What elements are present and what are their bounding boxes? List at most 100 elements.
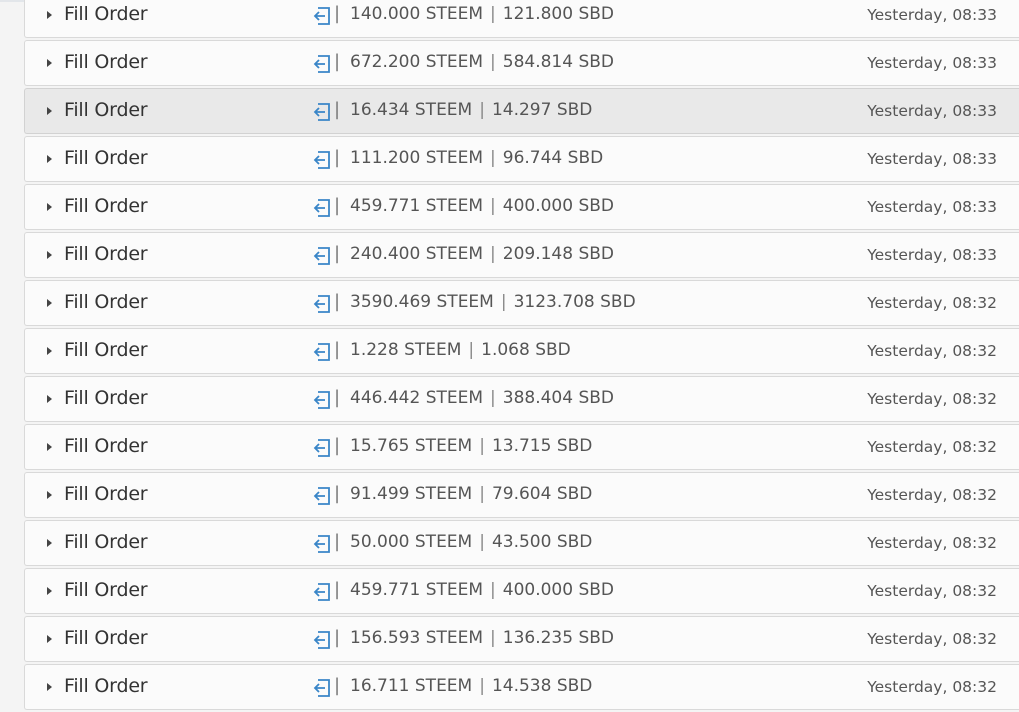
sbd-amount: 136.235 SBD — [502, 628, 615, 648]
caret-right-icon[interactable] — [47, 59, 52, 67]
icon-separator: | — [334, 579, 341, 600]
operation-row[interactable]: Fill Order | 15.765 STEEM | 13.715 SBD Yes… — [24, 424, 1019, 470]
operation-type: Fill Order — [64, 339, 148, 361]
timestamp: Yesterday, 08:33 — [867, 6, 997, 24]
steem-amount: 459.771 STEEM — [350, 196, 484, 216]
caret-right-icon[interactable] — [47, 251, 52, 259]
timestamp: Yesterday, 08:33 — [867, 54, 997, 72]
icon-separator: | — [334, 3, 341, 24]
operation-type: Fill Order — [64, 531, 148, 553]
operation-row[interactable]: Fill Order | 1.228 STEEM | 1.068 SBD Yeste… — [24, 328, 1019, 374]
caret-right-icon[interactable] — [47, 347, 52, 355]
amounts: 459.771 STEEM | 400.000 SBD — [350, 196, 614, 216]
amount-separator: | — [490, 148, 496, 168]
amount-separator: | — [490, 580, 496, 600]
amounts: 15.765 STEEM | 13.715 SBD — [350, 436, 592, 456]
caret-right-icon[interactable] — [47, 683, 52, 691]
operation-row[interactable]: Fill Order | 50.000 STEEM | 43.500 SBD Yes… — [24, 520, 1019, 566]
sbd-amount: 1.068 SBD — [481, 340, 571, 360]
caret-right-icon[interactable] — [47, 395, 52, 403]
amount-separator: | — [500, 292, 507, 312]
operation-row[interactable]: Fill Order | 156.593 STEEM | 136.235 SBD Y… — [24, 616, 1019, 662]
sbd-amount: 96.744 SBD — [502, 148, 604, 168]
icon-separator: | — [334, 51, 341, 72]
sign-in-icon — [313, 535, 330, 553]
sign-in-icon — [313, 295, 330, 313]
amounts: 240.400 STEEM | 209.148 SBD — [350, 244, 614, 264]
sbd-amount: 121.800 SBD — [502, 4, 615, 24]
operation-row[interactable]: Fill Order | 672.200 STEEM | 584.814 SBD Y… — [24, 40, 1019, 86]
operation-row[interactable]: Fill Order | 446.442 STEEM | 388.404 SBD Y… — [24, 376, 1019, 422]
sign-in-icon — [313, 487, 330, 505]
operation-row[interactable]: Fill Order | 459.771 STEEM | 400.000 SBD Y… — [24, 568, 1019, 614]
caret-right-icon[interactable] — [47, 443, 52, 451]
caret-right-icon[interactable] — [47, 635, 52, 643]
sign-in-icon — [313, 55, 330, 73]
sbd-amount: 14.538 SBD — [491, 676, 593, 696]
caret-right-icon[interactable] — [47, 203, 52, 211]
steem-amount: 446.442 STEEM — [350, 388, 484, 408]
steem-amount: 672.200 STEEM — [350, 52, 484, 72]
operation-row[interactable]: Fill Order | 140.000 STEEM | 121.800 SBD Y… — [24, 0, 1019, 38]
timestamp: Yesterday, 08:32 — [867, 390, 997, 408]
operation-row-hovered[interactable]: Fill Order | 16.434 STEEM | 14.297 SBD Yes… — [24, 88, 1019, 134]
caret-right-icon[interactable] — [47, 539, 52, 547]
sbd-amount: 13.715 SBD — [491, 436, 593, 456]
operation-row[interactable]: Fill Order | 3590.469 STEEM | 3123.708 SBD… — [24, 280, 1019, 326]
sbd-amount: 3123.708 SBD — [513, 292, 636, 312]
operation-type: Fill Order — [64, 195, 148, 217]
amount-separator: | — [479, 436, 485, 456]
operation-type: Fill Order — [64, 243, 148, 265]
amount-separator: | — [468, 340, 475, 360]
operation-type: Fill Order — [64, 51, 148, 73]
icon-separator: | — [334, 147, 341, 168]
operation-row[interactable]: Fill Order | 91.499 STEEM | 79.604 SBD Yes… — [24, 472, 1019, 518]
amounts: 91.499 STEEM | 79.604 SBD — [350, 484, 592, 504]
timestamp: Yesterday, 08:33 — [867, 150, 997, 168]
caret-right-icon[interactable] — [47, 587, 52, 595]
timestamp: Yesterday, 08:33 — [867, 198, 997, 216]
steem-amount: 240.400 STEEM — [350, 244, 484, 264]
operation-row[interactable]: Fill Order | 459.771 STEEM | 400.000 SBD Y… — [24, 184, 1019, 230]
icon-separator: | — [334, 675, 341, 696]
icon-separator: | — [334, 99, 341, 120]
operation-row[interactable]: Fill Order | 111.200 STEEM | 96.744 SBD Ye… — [24, 136, 1019, 182]
steem-amount: 16.434 STEEM — [350, 100, 473, 120]
icon-separator: | — [334, 195, 341, 216]
sign-in-icon — [313, 199, 330, 217]
operation-type: Fill Order — [64, 579, 148, 601]
amounts: 672.200 STEEM | 584.814 SBD — [350, 52, 614, 72]
sbd-amount: 584.814 SBD — [502, 52, 615, 72]
amount-separator: | — [479, 100, 485, 120]
sbd-amount: 400.000 SBD — [502, 580, 615, 600]
amount-separator: | — [490, 388, 496, 408]
caret-right-icon[interactable] — [47, 155, 52, 163]
steem-amount: 111.200 STEEM — [350, 148, 484, 168]
timestamp: Yesterday, 08:33 — [867, 246, 997, 264]
amounts: 16.711 STEEM | 14.538 SBD — [350, 676, 592, 696]
icon-separator: | — [334, 339, 341, 360]
operation-row[interactable]: Fill Order | 16.711 STEEM | 14.538 SBD Yes… — [24, 664, 1019, 710]
operation-type: Fill Order — [64, 3, 148, 25]
operation-type: Fill Order — [64, 147, 148, 169]
sbd-amount: 14.297 SBD — [491, 100, 593, 120]
caret-right-icon[interactable] — [47, 491, 52, 499]
amount-separator: | — [479, 532, 485, 552]
amounts: 156.593 STEEM | 136.235 SBD — [350, 628, 614, 648]
sign-in-icon — [313, 439, 330, 457]
icon-separator: | — [334, 387, 341, 408]
operation-row[interactable]: Fill Order | 240.400 STEEM | 209.148 SBD Y… — [24, 232, 1019, 278]
steem-amount: 459.771 STEEM — [350, 580, 484, 600]
amount-separator: | — [490, 244, 496, 264]
caret-right-icon[interactable] — [47, 107, 52, 115]
steem-amount: 91.499 STEEM — [350, 484, 473, 504]
icon-separator: | — [334, 627, 341, 648]
caret-right-icon[interactable] — [47, 11, 52, 19]
operation-type: Fill Order — [64, 435, 148, 457]
steem-amount: 140.000 STEEM — [350, 4, 484, 24]
timestamp: Yesterday, 08:32 — [867, 294, 997, 312]
caret-right-icon[interactable] — [47, 299, 52, 307]
timestamp: Yesterday, 08:32 — [867, 534, 997, 552]
amounts: 16.434 STEEM | 14.297 SBD — [350, 100, 592, 120]
timestamp: Yesterday, 08:32 — [867, 630, 997, 648]
